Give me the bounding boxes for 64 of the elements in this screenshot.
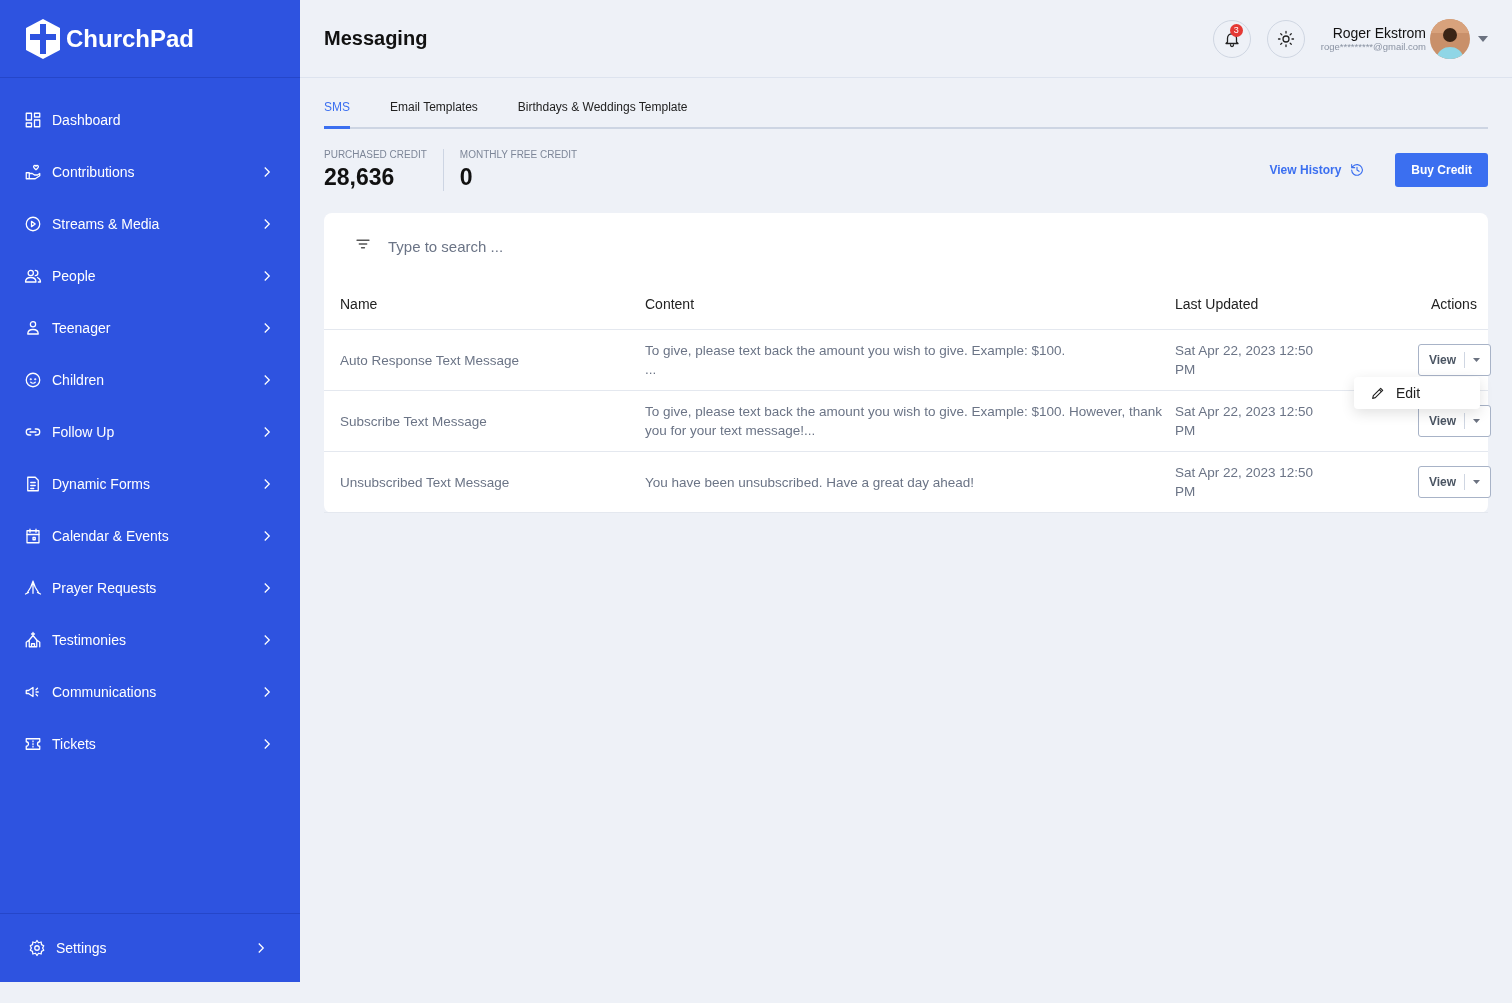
caret-icon[interactable] [1473,419,1481,423]
sidebar-item[interactable]: Dashboard [0,94,300,146]
settings-item[interactable]: Settings [4,922,294,974]
column-header: Content [645,296,696,312]
table-cell-text: To give, please text back the amount you wish to give. Example: $100. However, thank you for your text message!... [645,403,1164,440]
history-icon [1349,162,1366,178]
praying-hands-icon [24,579,42,597]
sidebar-item[interactable]: Tickets [0,718,300,770]
pencil-icon [1370,385,1386,401]
table-cell-text: Sat Apr 22, 2023 12:50 PM [1175,403,1315,440]
notification-badge: 3 [1229,23,1243,37]
table-cell-text: Subscribe Text Message [340,412,488,431]
sidebar-item[interactable]: Dynamic Forms [0,458,300,510]
page-title: Messaging [324,27,429,50]
sidebar-item[interactable]: Children [0,354,300,406]
people-icon [24,267,42,285]
person-icon [24,319,42,337]
column-header: Last Updated [1175,296,1260,312]
view-button[interactable]: View [1418,466,1492,498]
table-cell-text: You have been unsubscribed. Have a great day ahead! [645,473,975,492]
sidebar-item[interactable]: Streams & Media [0,198,300,250]
hand-heart-icon [24,163,42,181]
caret-icon[interactable] [1478,35,1488,42]
document-icon [24,475,42,493]
sidebar-item[interactable]: Contributions [0,146,300,198]
credit-label: MONTHLY FREE CREDIT [459,149,578,160]
church-icon [24,631,42,649]
user-name: Roger Ekstrom [1332,25,1426,41]
sidebar-item[interactable]: Follow Up [0,406,300,458]
sidebar-item[interactable]: Testimonies [0,614,300,666]
sidebar-item[interactable]: People [0,250,300,302]
smiley-icon [24,371,42,389]
sidebar-item[interactable]: Teenager [0,302,300,354]
calendar-icon [24,527,42,545]
sidebar-item[interactable]: Prayer Requests [0,562,300,614]
table-cell-text: Unsubscribed Text Message [340,473,511,492]
sidebar-item[interactable]: Calendar & Events [0,510,300,562]
column-header: Name [340,296,379,312]
credit-value: 0 [459,164,474,191]
table-cell-text: Auto Response Text Message [340,351,521,370]
settings-icon [28,939,46,957]
tab[interactable]: SMS [324,94,350,129]
table-cell-text: Sat Apr 22, 2023 12:50 PM [1175,342,1315,379]
table-cell-text: Sat Apr 22, 2023 12:50 PM [1175,464,1315,501]
caret-icon[interactable] [1473,358,1481,362]
tab[interactable]: Birthdays & Weddings Template [517,94,688,129]
caret-icon[interactable] [1473,480,1481,484]
view-button[interactable]: View [1418,344,1492,376]
credit-value: 28,636 [324,164,396,191]
menu-item[interactable]: Edit [1354,379,1480,407]
buy-credit-button[interactable]: Buy Credit [1395,153,1488,187]
logo-text: ChurchPad [66,24,194,53]
user-email: roge*********@gmail.com [1320,41,1426,52]
ticket-icon [24,735,42,753]
logo-icon [24,17,62,60]
sun-icon [1276,29,1295,48]
sidebar-item[interactable]: Communications [0,666,300,718]
table-cell-text: To give, please text back the amount you wish to give. Example: $100. ... [645,342,1067,379]
dashboard-icon [24,111,42,129]
tab[interactable]: Email Templates [390,94,478,129]
credit-label: PURCHASED CREDIT [324,149,427,160]
column-header: Actions [1430,296,1478,312]
play-icon [24,215,42,233]
view-history-link[interactable]: View History [1263,161,1372,179]
